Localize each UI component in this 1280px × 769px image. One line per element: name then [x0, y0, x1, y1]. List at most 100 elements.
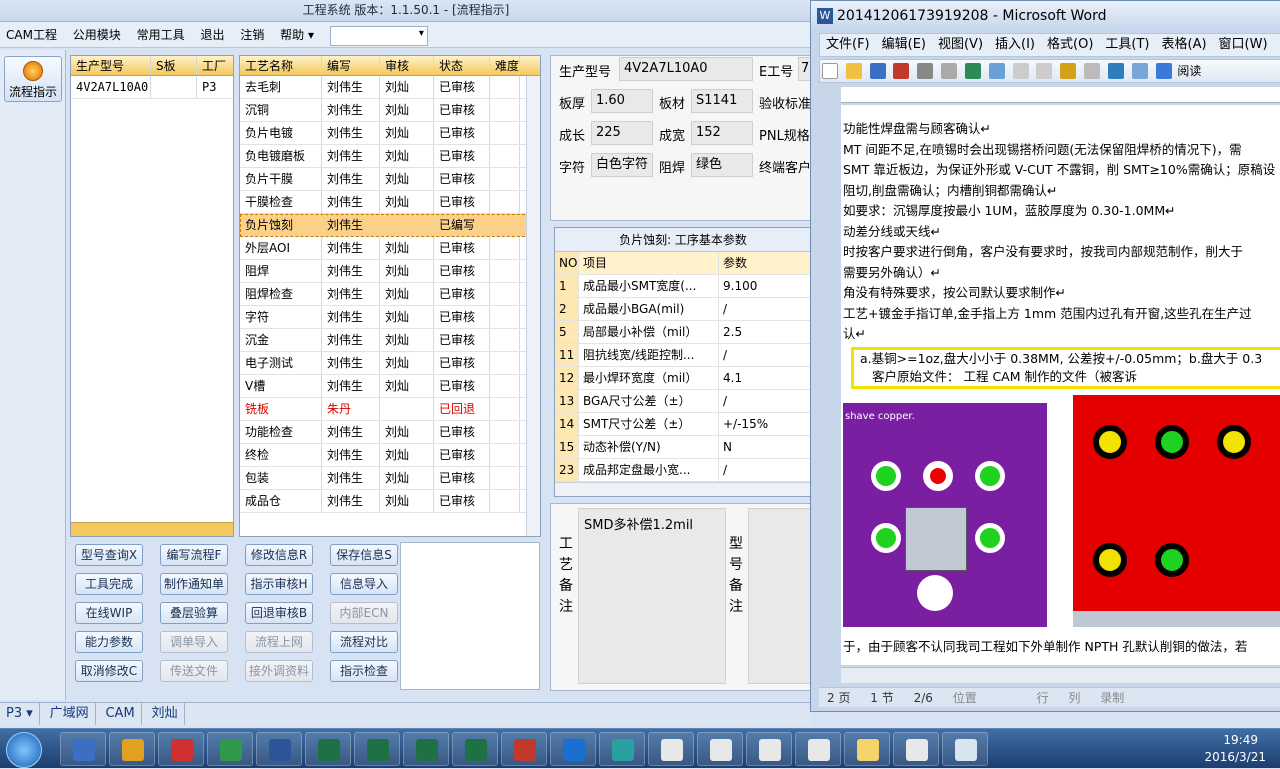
- field-model[interactable]: 4V2A7L10A0: [619, 57, 753, 81]
- table-icon[interactable]: [1131, 63, 1148, 79]
- action-button-1[interactable]: 编写流程F: [160, 544, 228, 566]
- action-button-19[interactable]: 指示检查: [330, 660, 398, 682]
- table-row[interactable]: 外层AOI 刘伟生 刘灿 已审核: [240, 237, 540, 260]
- menu-help[interactable]: 帮助 ▾: [274, 22, 320, 48]
- undo-icon[interactable]: [1084, 63, 1101, 79]
- action-button-15[interactable]: 流程对比: [330, 631, 398, 653]
- table-row[interactable]: 负片蚀刻 刘伟生 已编写: [240, 214, 540, 237]
- col-difficulty[interactable]: 难度: [490, 56, 520, 75]
- taskbar-app-11[interactable]: [599, 732, 645, 766]
- col-writer[interactable]: 编写: [322, 56, 380, 75]
- taskbar-app-2[interactable]: [158, 732, 204, 766]
- clock-date[interactable]: 2016/3/21: [1204, 750, 1266, 764]
- menu-common-module[interactable]: 公用模块: [67, 22, 127, 48]
- taskbar-app-6[interactable]: [354, 732, 400, 766]
- taskbar-app-16[interactable]: [844, 732, 890, 766]
- taskbar-app-10[interactable]: [550, 732, 596, 766]
- menu-cam[interactable]: CAM工程: [0, 22, 63, 48]
- action-button-7[interactable]: 信息导入: [330, 573, 398, 595]
- menu-exit[interactable]: 退出: [194, 22, 230, 48]
- field-solder-mask[interactable]: 绿色: [691, 153, 753, 177]
- action-button-4[interactable]: 工具完成: [75, 573, 143, 595]
- table-row[interactable]: 负片电镀 刘伟生 刘灿 已审核: [240, 122, 540, 145]
- table-row[interactable]: 沉铜 刘伟生 刘灿 已审核: [240, 99, 540, 122]
- taskbar-app-0[interactable]: [60, 732, 106, 766]
- print-icon[interactable]: [917, 63, 934, 79]
- product-hscroll[interactable]: [71, 522, 233, 536]
- table-row[interactable]: 阻焊 刘伟生 刘灿 已审核: [240, 260, 540, 283]
- table-row[interactable]: 2 成品最小BGA(mil) /: [555, 298, 811, 321]
- action-button-8[interactable]: 在线WIP: [75, 602, 143, 624]
- paste-icon[interactable]: [1060, 63, 1077, 79]
- table-row[interactable]: 4V2A7L10A0 P3: [71, 76, 233, 99]
- action-button-2[interactable]: 修改信息R: [245, 544, 313, 566]
- taskbar-app-18[interactable]: [942, 732, 988, 766]
- table-row[interactable]: 负电镀磨板 刘伟生 刘灿 已审核: [240, 145, 540, 168]
- col-status[interactable]: 状态: [434, 56, 490, 75]
- table-row[interactable]: 电子测试 刘伟生 刘灿 已审核: [240, 352, 540, 375]
- field-material[interactable]: S1141: [691, 89, 753, 113]
- taskbar-app-8[interactable]: [452, 732, 498, 766]
- word-menu-window[interactable]: 窗口(W): [1213, 34, 1274, 56]
- flow-indicator-button[interactable]: 流程指示: [4, 56, 62, 102]
- action-button-10[interactable]: 回退审核B: [245, 602, 313, 624]
- taskbar-app-17[interactable]: [893, 732, 939, 766]
- field-length[interactable]: 225: [591, 121, 653, 145]
- word-hscroll[interactable]: [841, 667, 1280, 683]
- table-row[interactable]: 负片干膜 刘伟生 刘灿 已审核: [240, 168, 540, 191]
- status-factory[interactable]: P3 ▾: [0, 703, 40, 725]
- action-button-11[interactable]: 内部ECN: [330, 602, 398, 624]
- table-row[interactable]: 14 SMT尺寸公差（±） +/-15%: [555, 413, 811, 436]
- taskbar-app-13[interactable]: [697, 732, 743, 766]
- research-icon[interactable]: [988, 63, 1005, 79]
- print-preview-icon[interactable]: [941, 63, 958, 79]
- permission-icon[interactable]: [893, 63, 910, 79]
- field-character[interactable]: 白色字符: [591, 153, 653, 177]
- cut-icon[interactable]: [1012, 63, 1029, 79]
- model-notes-field[interactable]: [748, 508, 812, 684]
- word-document[interactable]: 功能性焊盘需与顾客确认↵ MT 间距不足,在喷锡时会出现锡搭桥问题(无法保留阻焊桥…: [841, 105, 1280, 665]
- table-row[interactable]: 13 BGA尺寸公差（±） /: [555, 390, 811, 413]
- taskbar-app-4[interactable]: [256, 732, 302, 766]
- field-thickness[interactable]: 1.60: [591, 89, 653, 113]
- taskbar-app-12[interactable]: [648, 732, 694, 766]
- taskbar-app-9[interactable]: [501, 732, 547, 766]
- col-param[interactable]: 参数: [719, 252, 811, 274]
- action-button-9[interactable]: 叠层验算: [160, 602, 228, 624]
- taskbar-app-1[interactable]: [109, 732, 155, 766]
- start-button[interactable]: [6, 732, 42, 768]
- taskbar-app-15[interactable]: [795, 732, 841, 766]
- table-row[interactable]: 包装 刘伟生 刘灿 已审核: [240, 467, 540, 490]
- action-button-13[interactable]: 调单导入: [160, 631, 228, 653]
- table-row[interactable]: 功能检查 刘伟生 刘灿 已审核: [240, 421, 540, 444]
- col-factory[interactable]: 工厂: [197, 56, 233, 75]
- table-row[interactable]: 23 成品邦定盘最小宽... /: [555, 459, 811, 482]
- table-row[interactable]: 铣板 朱丹 已回退: [240, 398, 540, 421]
- col-model[interactable]: 生产型号: [71, 56, 151, 75]
- action-button-5[interactable]: 制作通知单: [160, 573, 228, 595]
- word-menu-tools[interactable]: 工具(T): [1099, 34, 1155, 56]
- col-no[interactable]: NO: [555, 252, 579, 274]
- process-notes-field[interactable]: SMD多补偿1.2mil: [578, 508, 726, 684]
- field-width[interactable]: 152: [691, 121, 753, 145]
- table-row[interactable]: 15 动态补偿(Y/N) N: [555, 436, 811, 459]
- action-button-17[interactable]: 传送文件: [160, 660, 228, 682]
- table-row[interactable]: 去毛刺 刘伟生 刘灿 已审核: [240, 76, 540, 99]
- col-s[interactable]: S板: [151, 56, 197, 75]
- word-menu-format[interactable]: 格式(O): [1041, 34, 1099, 56]
- col-reviewer[interactable]: 审核: [380, 56, 434, 75]
- menu-dropdown[interactable]: [329, 25, 428, 46]
- process-vscroll[interactable]: [526, 76, 540, 536]
- word-menu-view[interactable]: 视图(V): [932, 34, 989, 56]
- action-button-14[interactable]: 流程上网: [245, 631, 313, 653]
- action-button-6[interactable]: 指示审核H: [245, 573, 313, 595]
- table-row[interactable]: 成品仓 刘伟生 刘灿 已审核: [240, 490, 540, 513]
- action-button-3[interactable]: 保存信息S: [330, 544, 398, 566]
- table-row[interactable]: 12 最小焊环宽度（mil） 4.1: [555, 367, 811, 390]
- taskbar-app-7[interactable]: [403, 732, 449, 766]
- word-menu-insert[interactable]: 插入(I): [989, 34, 1041, 56]
- hyperlink-icon[interactable]: [1107, 63, 1124, 79]
- reading-mode-button[interactable]: 阅读: [1177, 64, 1201, 78]
- table-row[interactable]: 干膜检查 刘伟生 刘灿 已审核: [240, 191, 540, 214]
- save-icon[interactable]: [869, 63, 886, 79]
